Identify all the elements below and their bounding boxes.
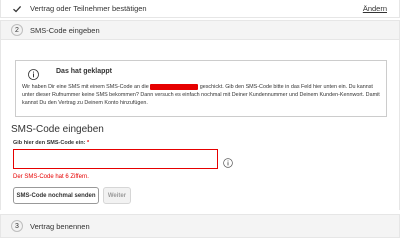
redacted-phone-number xyxy=(150,83,199,90)
alert-text-before: Wir haben Dir eine SMS mit einem SMS-Cod… xyxy=(22,84,151,90)
step-2-number: 2 xyxy=(11,24,23,36)
step-2-row: 2 SMS-Code eingeben xyxy=(0,20,400,40)
success-alert: Das hat geklappt Wir haben Dir eine SMS … xyxy=(15,60,387,117)
change-link[interactable]: Ändern xyxy=(363,4,387,13)
step-2-label: SMS-Code eingeben xyxy=(30,25,100,35)
sms-code-input[interactable] xyxy=(13,149,218,169)
check-icon xyxy=(11,3,23,15)
step-3-row: 3 Vertrag benennen xyxy=(0,214,400,238)
alert-title: Das hat geklappt xyxy=(56,68,113,75)
step-3-label: Vertrag benennen xyxy=(30,221,90,231)
resend-sms-button[interactable]: SMS-Code nochmal senden xyxy=(13,187,99,204)
step-1-label: Vertrag oder Teilnehmer bestätigen xyxy=(30,4,147,13)
info-icon[interactable] xyxy=(223,155,233,168)
field-label-text: Gib hier den SMS-Code ein: xyxy=(13,140,86,146)
sms-code-field-label: Gib hier den SMS-Code ein: * xyxy=(13,140,89,146)
sms-code-panel: Das hat geklappt Wir haben Dir eine SMS … xyxy=(0,40,400,210)
step-1-row: Vertrag oder Teilnehmer bestätigen Änder… xyxy=(0,0,400,18)
next-button[interactable]: Weiter xyxy=(103,187,131,204)
step-3-number: 3 xyxy=(11,220,23,232)
error-message: Der SMS-Code hat 6 Ziffern. xyxy=(13,174,89,180)
alert-body: Wir haben Dir eine SMS mit einem SMS-Cod… xyxy=(22,83,382,107)
section-title: SMS-Code eingeben xyxy=(11,124,104,135)
required-marker: * xyxy=(86,140,90,146)
info-icon xyxy=(28,67,39,80)
